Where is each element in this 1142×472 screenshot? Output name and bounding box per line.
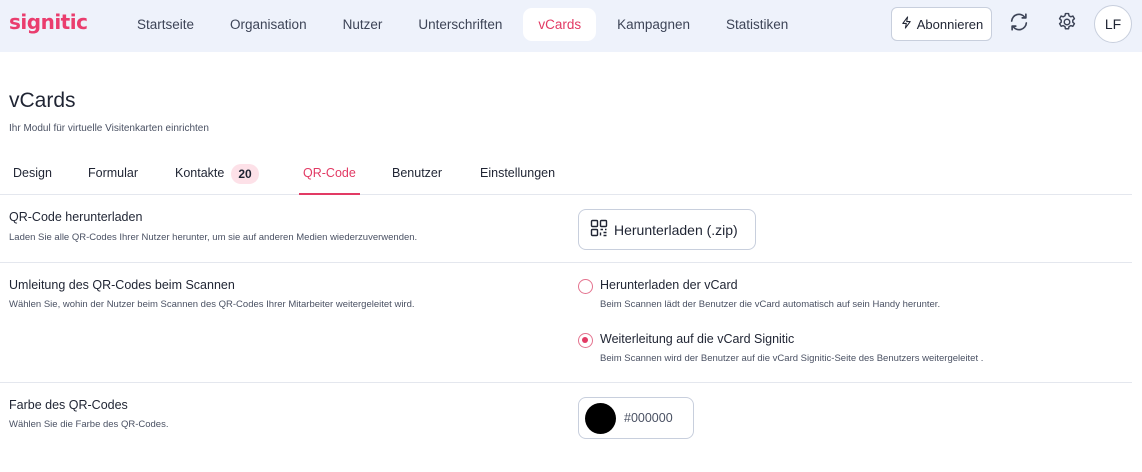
redirect-description: Wählen Sie, wohin der Nutzer beim Scanne…	[9, 299, 415, 310]
main-nav: Startseite Organisation Nutzer Unterschr…	[122, 8, 809, 41]
vcard-tabs: Design Formular Kontakte 20 QR-Code Benut…	[0, 159, 1132, 195]
radio-download-vcard-label[interactable]: Herunterladen der vCard	[600, 278, 738, 292]
qr-download-description: Laden Sie alle QR-Codes Ihrer Nutzer her…	[9, 232, 418, 243]
sync-icon	[1008, 11, 1030, 38]
radio-redirect-signitic-description: Beim Scannen wird der Benutzer auf die v…	[600, 353, 984, 364]
radio-redirect-signitic[interactable]	[578, 333, 593, 348]
tab-einstellungen[interactable]: Einstellungen	[480, 159, 555, 195]
gear-icon	[1056, 11, 1078, 38]
subscribe-button[interactable]: Abonnieren	[891, 7, 992, 41]
contacts-count-badge: 20	[231, 163, 259, 184]
qr-color-title: Farbe des QR-Codes	[9, 398, 128, 412]
download-zip-button[interactable]: Herunterladen (.zip)	[578, 209, 756, 250]
redirect-title: Umleitung des QR-Codes beim Scannen	[9, 278, 235, 292]
lightning-icon	[900, 16, 913, 32]
qr-download-title: QR-Code herunterladen	[9, 210, 143, 224]
row-divider	[0, 262, 1132, 263]
tab-qr-code[interactable]: QR-Code	[299, 159, 360, 195]
signitic-logo[interactable]: signitic	[9, 10, 88, 34]
nav-item-unterschriften[interactable]: Unterschriften	[403, 8, 517, 41]
color-swatch[interactable]	[585, 402, 616, 434]
nav-item-nutzer[interactable]: Nutzer	[328, 8, 398, 41]
subscribe-label: Abonnieren	[916, 16, 984, 32]
tab-formular[interactable]: Formular	[88, 159, 138, 195]
nav-item-organisation[interactable]: Organisation	[215, 8, 322, 41]
nav-item-kampagnen[interactable]: Kampagnen	[602, 8, 705, 41]
tab-design[interactable]: Design	[13, 159, 52, 195]
top-navigation-bar: signitic Startseite Organisation Nutzer …	[0, 0, 1142, 52]
qr-code-icon	[590, 219, 608, 240]
radio-download-vcard[interactable]	[578, 279, 593, 294]
download-zip-label: Herunterladen (.zip)	[614, 221, 738, 238]
qr-color-description: Wählen Sie die Farbe des QR-Codes.	[9, 419, 169, 430]
tab-kontakte-label: Kontakte	[175, 166, 225, 180]
radio-download-vcard-description: Beim Scannen lädt der Benutzer die vCard…	[600, 299, 941, 310]
user-avatar[interactable]: LF	[1094, 5, 1132, 43]
sync-button[interactable]	[1007, 12, 1031, 36]
page-title: vCards	[9, 89, 76, 112]
tab-kontakte[interactable]: Kontakte 20	[175, 159, 259, 195]
nav-item-vcards[interactable]: vCards	[523, 8, 597, 41]
qr-color-picker[interactable]: #000000	[578, 397, 694, 439]
nav-item-statistiken[interactable]: Statistiken	[711, 8, 803, 41]
settings-button[interactable]	[1055, 12, 1079, 36]
row-divider	[0, 382, 1132, 383]
nav-item-startseite[interactable]: Startseite	[122, 8, 209, 41]
radio-redirect-signitic-label[interactable]: Weiterleitung auf die vCard Signitic	[600, 332, 794, 346]
color-hex-value: #000000	[624, 411, 673, 425]
tab-benutzer[interactable]: Benutzer	[392, 159, 442, 195]
page-subtitle: Ihr Modul für virtuelle Visitenkarten ei…	[9, 123, 209, 134]
